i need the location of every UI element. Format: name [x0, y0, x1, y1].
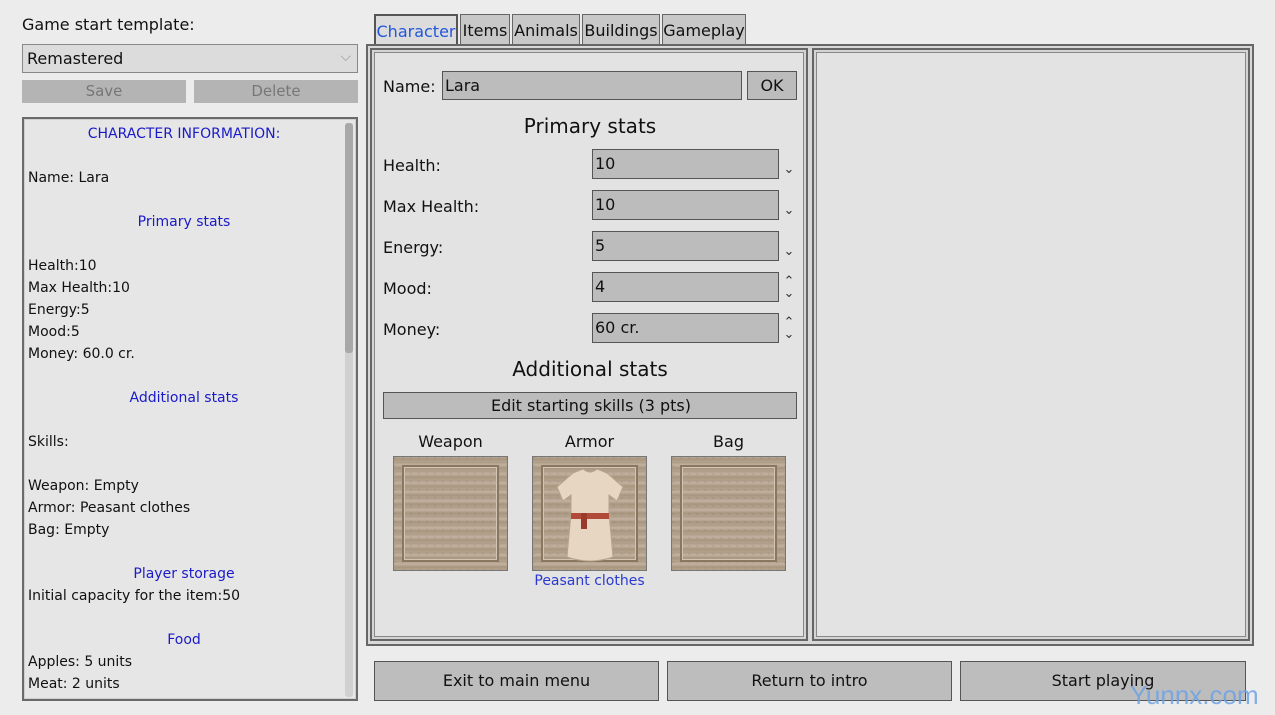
template-label: Game start template: [22, 15, 195, 34]
info-line: Name: Lara [28, 170, 110, 186]
name-label: Name: [383, 77, 436, 96]
template-selected-value: Remastered [27, 49, 124, 68]
info-line: Apples: 5 units [28, 654, 133, 670]
info-section-heading: Primary stats [137, 214, 231, 230]
mood-label: Mood: [383, 279, 432, 298]
mood-decrease-icon[interactable]: ⌄ [782, 287, 796, 300]
return-to-intro-button[interactable]: Return to intro [667, 661, 952, 701]
character-info-panel[interactable]: CHARACTER INFORMATION: Name: Lara Primary … [22, 117, 358, 701]
energy-input[interactable]: 5 [592, 231, 779, 261]
preview-panel [812, 48, 1250, 641]
info-line: Bag: Empty [28, 522, 110, 538]
info-line [28, 233, 340, 255]
tab-character[interactable]: Character [374, 14, 458, 44]
ok-button[interactable]: OK [747, 71, 797, 100]
info-line: Energy:5 [28, 302, 90, 318]
mood-input[interactable]: 4 [592, 272, 779, 302]
peasant-clothes-icon [556, 468, 624, 562]
max-health-decrease-icon[interactable]: ⌄ [782, 204, 796, 217]
energy-decrease-icon[interactable]: ⌄ [782, 245, 796, 258]
info-line [28, 145, 340, 167]
character-info-text: CHARACTER INFORMATION: Name: Lara Primary … [28, 123, 340, 695]
chevron-down-icon: ⌵ [340, 49, 351, 65]
info-line: Money: 60.0 cr. [28, 346, 135, 362]
primary-stats-title: Primary stats [523, 114, 657, 138]
info-line [28, 409, 340, 431]
info-section-heading: CHARACTER INFORMATION: [87, 126, 281, 142]
tab-items[interactable]: Items [460, 14, 510, 44]
info-line [28, 607, 340, 629]
armor-item-name: Peasant clothes [534, 573, 645, 589]
info-line [28, 189, 340, 211]
delete-button[interactable]: Delete [194, 80, 358, 103]
info-line: Health:10 [28, 258, 97, 274]
tab-gameplay[interactable]: Gameplay [662, 14, 746, 44]
watermark-text: Yunnx.com [1130, 680, 1259, 710]
info-line: Max Health:10 [28, 280, 130, 296]
weapon-slot-title: Weapon [418, 432, 483, 451]
additional-stats-title: Additional stats [512, 357, 668, 381]
info-line [28, 365, 340, 387]
info-section-heading: Food [167, 632, 201, 648]
weapon-slot[interactable] [393, 456, 508, 571]
health-decrease-icon[interactable]: ⌄ [782, 163, 796, 176]
edit-skills-button[interactable]: Edit starting skills (3 pts) [383, 392, 797, 419]
template-select[interactable]: Remastered ⌵ [22, 44, 358, 73]
health-label: Health: [383, 156, 441, 175]
tab-animals[interactable]: Animals [512, 14, 580, 44]
info-section-heading: Player storage [133, 566, 235, 582]
exit-to-main-menu-button[interactable]: Exit to main menu [374, 661, 659, 701]
info-line: Armor: Peasant clothes [28, 500, 191, 516]
money-decrease-icon[interactable]: ⌄ [782, 328, 796, 341]
health-input[interactable]: 10 [592, 149, 779, 179]
info-section-heading: Additional stats [129, 390, 239, 406]
money-input[interactable]: 60 cr. [592, 313, 779, 343]
info-line: Weapon: Empty [28, 478, 139, 494]
info-line: Initial capacity for the item:50 [28, 588, 241, 604]
max-health-label: Max Health: [383, 197, 480, 216]
info-scrollbar-thumb[interactable] [345, 123, 353, 353]
info-line: Mood:5 [28, 324, 80, 340]
energy-label: Energy: [383, 238, 444, 257]
armor-slot-title: Armor [564, 432, 615, 451]
bag-slot[interactable] [671, 456, 786, 571]
info-line [28, 453, 340, 475]
tab-buildings[interactable]: Buildings [582, 14, 660, 44]
max-health-input[interactable]: 10 [592, 190, 779, 220]
bag-slot-title: Bag [713, 432, 744, 451]
save-button[interactable]: Save [22, 80, 186, 103]
money-label: Money: [383, 320, 441, 339]
armor-slot[interactable] [532, 456, 647, 571]
info-line: Skills: [28, 434, 69, 450]
name-input[interactable]: Lara [442, 71, 742, 100]
info-scrollbar[interactable] [345, 123, 353, 697]
info-line: Meat: 2 units [28, 676, 120, 692]
info-line [28, 541, 340, 563]
